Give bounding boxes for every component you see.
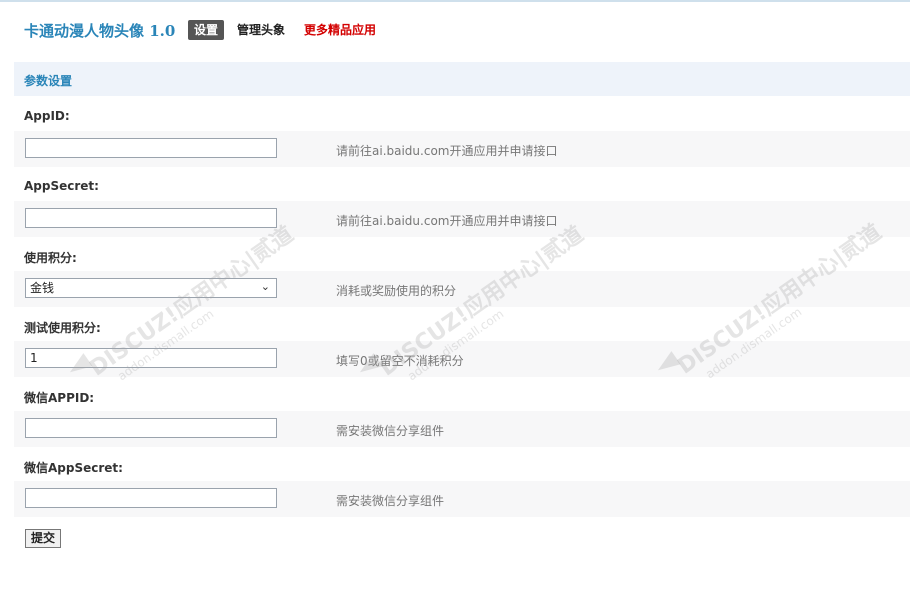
appid-hint: 请前往ai.baidu.com开通应用并申请接口 bbox=[336, 144, 558, 158]
credit-cost-input[interactable] bbox=[25, 348, 277, 368]
appsecret-input[interactable] bbox=[25, 208, 277, 228]
field-label-wechat-appid: 微信APPID: bbox=[24, 391, 95, 405]
submit-button[interactable]: 提交 bbox=[25, 529, 62, 548]
app-title: 卡通动漫人物头像 1.0 bbox=[24, 22, 176, 40]
credit-type-hint: 消耗或奖励使用的积分 bbox=[336, 284, 457, 298]
field-label-credit-cost: 测试使用积分: bbox=[24, 321, 101, 335]
app-header: 卡通动漫人物头像 1.0 设置 管理头象 更多精品应用 bbox=[0, 2, 910, 58]
chevron-down-icon: ⌄ bbox=[260, 280, 270, 293]
more-apps-link[interactable]: 更多精品应用 bbox=[304, 20, 376, 40]
section-header: 参数设置 bbox=[14, 62, 910, 96]
credit-type-selected: 金钱 bbox=[30, 281, 55, 295]
appid-input[interactable] bbox=[25, 138, 277, 158]
wechat-appid-hint: 需安装微信分享组件 bbox=[336, 424, 445, 438]
credit-cost-hint: 填写0或留空不消耗积分 bbox=[336, 354, 464, 368]
wechat-appsecret-input[interactable] bbox=[25, 488, 277, 508]
tab-settings[interactable]: 设置 bbox=[188, 20, 225, 40]
section-title: 参数设置 bbox=[24, 74, 73, 88]
appsecret-hint: 请前往ai.baidu.com开通应用并申请接口 bbox=[336, 214, 558, 228]
credit-type-select[interactable]: 金钱 ⌄ bbox=[25, 278, 277, 298]
wechat-appsecret-hint: 需安装微信分享组件 bbox=[336, 494, 445, 508]
field-label-credit-type: 使用积分: bbox=[24, 251, 77, 265]
field-label-appsecret: AppSecret: bbox=[24, 179, 99, 193]
wechat-appid-input[interactable] bbox=[25, 418, 277, 438]
tab-manage-avatars[interactable]: 管理头象 bbox=[237, 20, 285, 40]
field-label-wechat-appsecret: 微信AppSecret: bbox=[24, 461, 123, 475]
field-label-appid: AppID: bbox=[24, 109, 70, 123]
